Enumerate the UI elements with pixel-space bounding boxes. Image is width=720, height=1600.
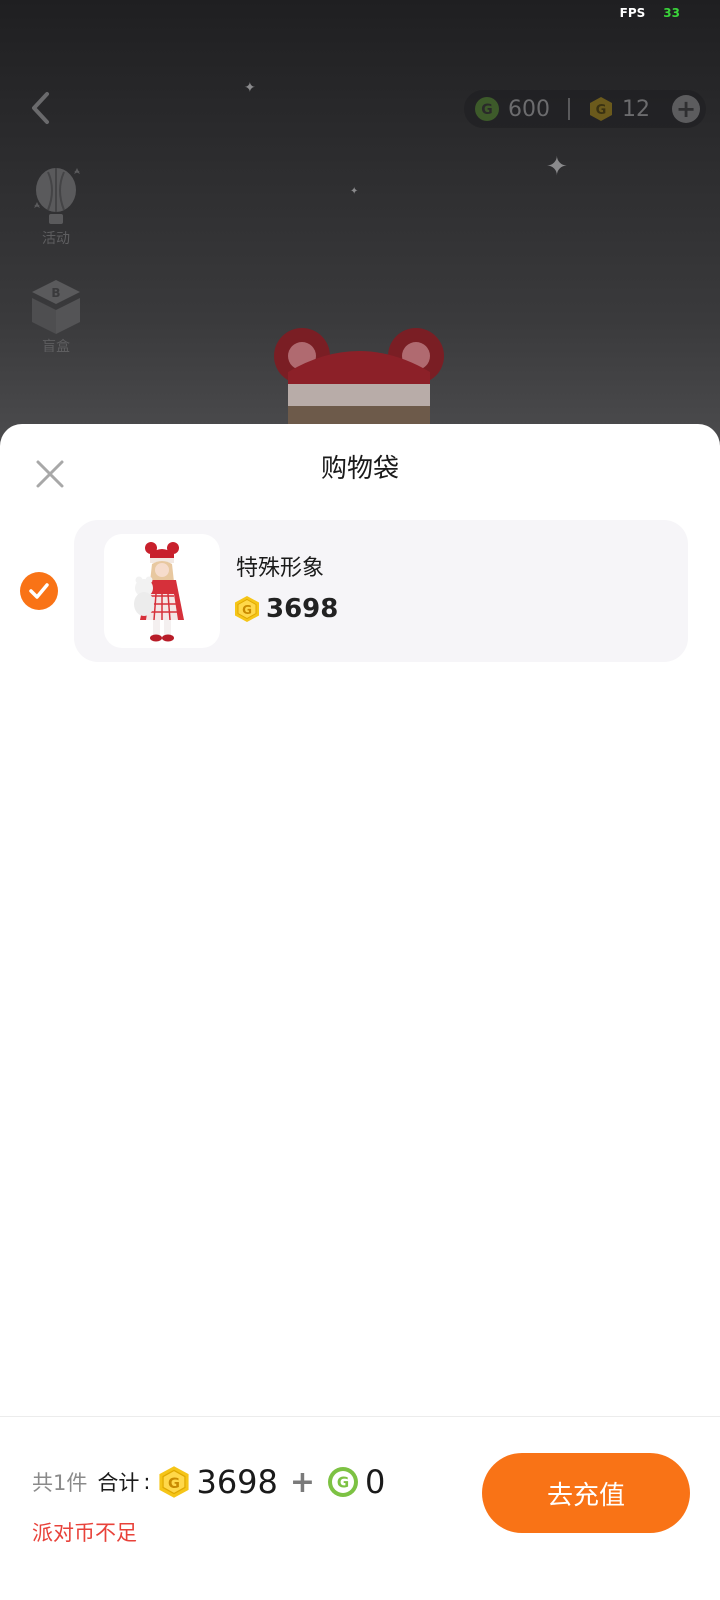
green-coin-amount: 600 — [508, 96, 550, 122]
cart-item[interactable]: 特殊形象 G 3698 — [74, 520, 688, 662]
blind-box-icon: B — [32, 280, 80, 334]
green-coin-icon: G — [328, 1467, 359, 1497]
add-currency-button[interactable]: + — [672, 95, 700, 123]
back-button[interactable] — [22, 88, 58, 128]
checkout-footer: 共1件 合计 : G 3698 + G 0 派对币不足 去充值 — [0, 1416, 720, 1600]
total-label: 合计 — [97, 1471, 140, 1495]
fps-counter: FPS 33 — [620, 6, 680, 20]
activity-label: 活动 — [42, 231, 70, 247]
currency-bar: G 600 G 12 + — [464, 90, 706, 128]
hot-air-balloon-icon — [34, 168, 80, 224]
insufficient-coins-warning: 派对币不足 — [32, 1521, 137, 1545]
check-icon — [29, 583, 49, 599]
svg-text:G: G — [168, 1475, 180, 1492]
svg-text:G: G — [481, 102, 493, 118]
avatar-preview — [274, 328, 444, 430]
green-coin-balance: G 600 — [474, 96, 550, 122]
svg-text:B: B — [51, 286, 60, 300]
chevron-left-icon — [32, 92, 49, 124]
blind-box-button[interactable]: B 盲盒 — [22, 276, 90, 356]
currency-divider — [568, 98, 570, 120]
item-thumbnail — [104, 534, 220, 648]
total-colon: : — [143, 1470, 151, 1494]
gold-coin-icon: G — [590, 97, 612, 121]
fps-value: 33 — [663, 6, 680, 20]
green-coin-icon: G — [475, 97, 499, 121]
recharge-button[interactable]: 去充值 — [482, 1453, 690, 1533]
shopping-bag-sheet: 购物袋 特殊形象 G 3698 共1件 合计: G 3698 + G 0 派对… — [0, 424, 720, 1600]
activity-button[interactable]: 活动 — [22, 166, 90, 248]
plus-sign: + — [289, 1464, 316, 1500]
gold-total: 3698 — [196, 1463, 278, 1501]
item-count: 共1件 — [32, 1471, 88, 1495]
svg-text:G: G — [337, 1474, 349, 1492]
item-name: 特殊形象 — [236, 556, 325, 581]
gold-coin-icon: G — [159, 1466, 190, 1498]
plus-icon: + — [675, 95, 697, 123]
sheet-title: 购物袋 — [320, 454, 399, 484]
sparkle-icon: ✦ — [350, 186, 359, 197]
fps-label: FPS — [619, 6, 646, 20]
item-price-value: 3698 — [266, 594, 339, 624]
svg-text:G: G — [596, 103, 607, 118]
item-checkbox[interactable] — [20, 572, 58, 610]
svg-text:G: G — [242, 603, 252, 617]
blind-box-label: 盲盒 — [42, 339, 70, 355]
item-price: G 3698 — [234, 594, 338, 624]
total-summary: 共1件 合计 : G 3698 + G 0 — [32, 1463, 385, 1501]
sparkle-icon: ✦ — [546, 152, 568, 182]
sparkle-icon: ✦ — [244, 80, 256, 96]
green-total: 0 — [365, 1463, 386, 1501]
avatar-outfit-image — [134, 542, 184, 642]
screen: FPS 33 G 600 G 12 + 活动 B 盲盒 ✦ ✦ ✦ 购物袋 特殊… — [0, 0, 720, 1600]
gold-coin-balance: G 12 — [588, 96, 650, 122]
gold-coin-icon: G — [235, 596, 259, 622]
gold-coin-amount: 12 — [622, 96, 650, 122]
